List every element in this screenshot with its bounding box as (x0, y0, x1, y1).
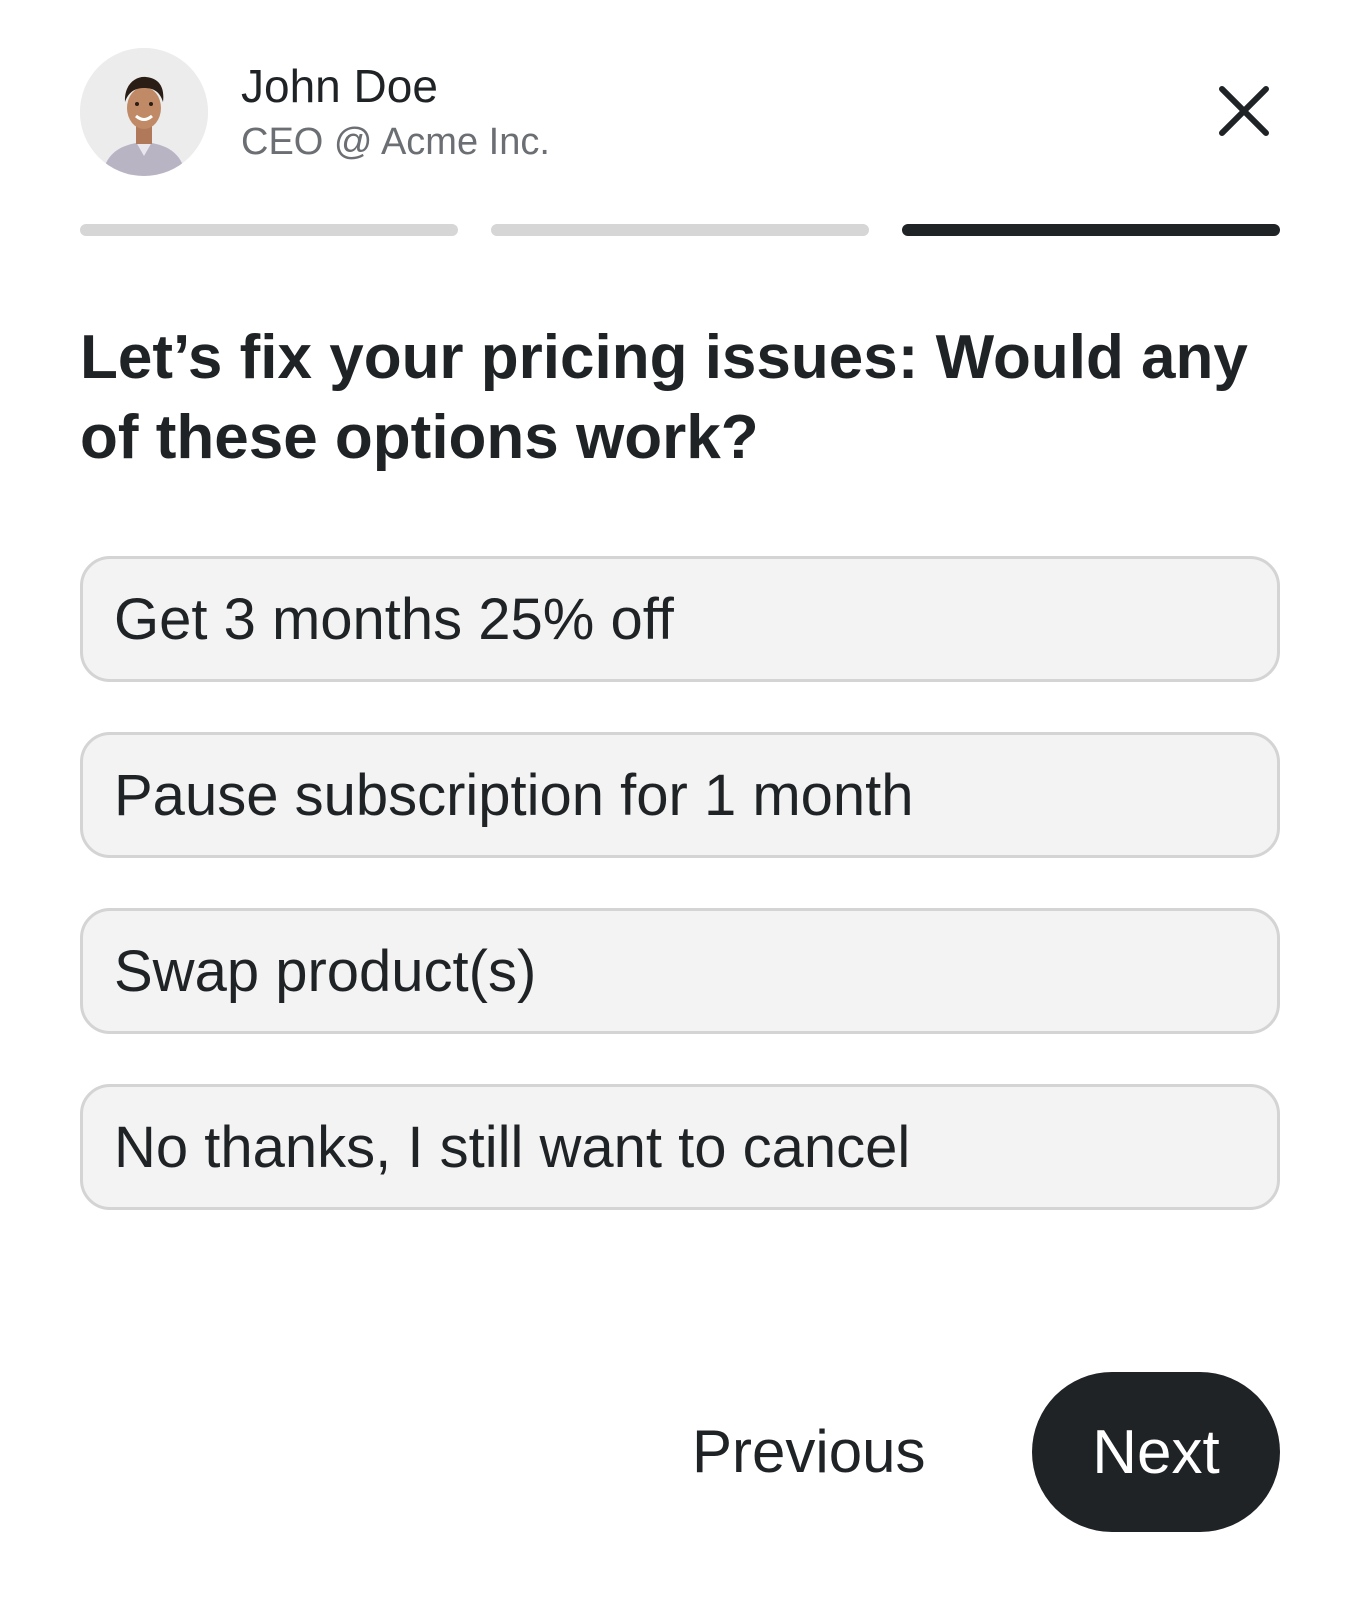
profile-name: John Doe (241, 60, 438, 112)
profile-header: John Doe CEO @ Acme Inc. (80, 48, 1280, 176)
options-list: Get 3 months 25% off Pause subscription … (80, 556, 1280, 1260)
option-discount[interactable]: Get 3 months 25% off (80, 556, 1280, 682)
step-progress (80, 224, 1280, 236)
option-cancel[interactable]: No thanks, I still want to cancel (80, 1084, 1280, 1210)
person-photo-icon (80, 48, 208, 176)
footer-actions: Previous Next (80, 1372, 1280, 1532)
previous-button[interactable]: Previous (692, 1412, 925, 1492)
profile-role: CEO @ Acme Inc. (241, 121, 550, 163)
close-icon (1219, 86, 1269, 136)
avatar (80, 48, 208, 176)
next-button[interactable]: Next (1032, 1372, 1280, 1532)
option-swap-products[interactable]: Swap product(s) (80, 908, 1280, 1034)
question-title: Let’s fix your pricing issues: Would any… (80, 323, 1248, 472)
close-button[interactable] (1214, 81, 1274, 141)
progress-step-3 (902, 224, 1280, 236)
option-pause-subscription[interactable]: Pause subscription for 1 month (80, 732, 1280, 858)
progress-step-1 (80, 224, 458, 236)
progress-step-2 (491, 224, 869, 236)
